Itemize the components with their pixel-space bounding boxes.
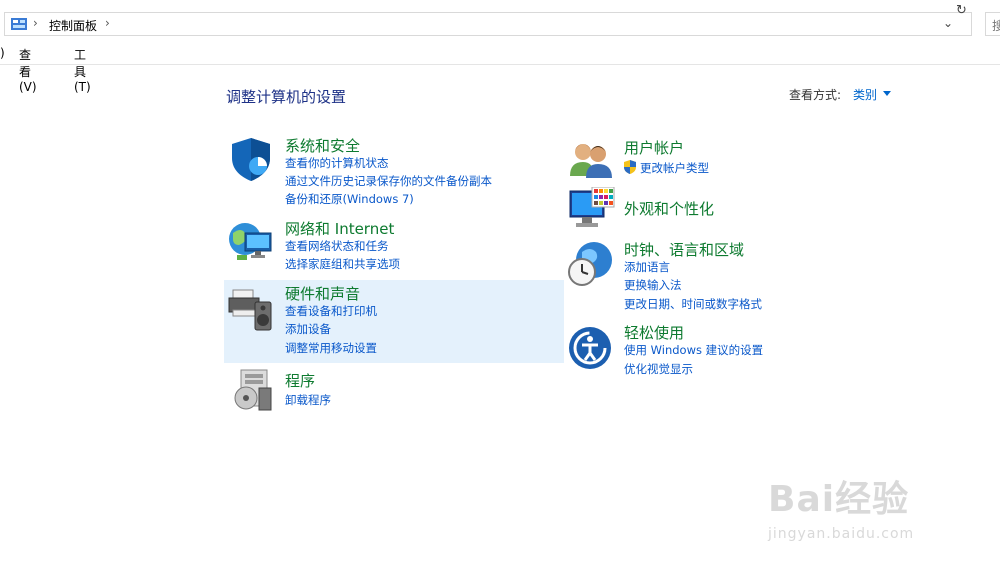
appearance-monitor-icon xyxy=(569,187,615,227)
link-homegroup-sharing[interactable]: 选择家庭组和共享选项 xyxy=(285,256,400,272)
color-palette-icon xyxy=(591,187,615,208)
caret-down-icon[interactable] xyxy=(883,91,891,96)
search-input[interactable]: 搜 xyxy=(985,12,1000,36)
category-heading-system-security[interactable]: 系统和安全 xyxy=(285,135,360,156)
link-uninstall-program[interactable]: 卸载程序 xyxy=(285,392,331,408)
refresh-icon[interactable]: ↻ xyxy=(956,3,967,18)
baidu-watermark: Bai经验 jingyan.baidu.com xyxy=(768,470,913,542)
link-mobility-settings[interactable]: 调整常用移动设置 xyxy=(285,340,377,356)
category-heading-programs[interactable]: 程序 xyxy=(285,370,315,391)
link-add-language[interactable]: 添加语言 xyxy=(624,259,670,275)
category-heading-network-internet[interactable]: 网络和 Internet xyxy=(285,218,394,239)
category-heading-hardware-sound[interactable]: 硬件和声音 xyxy=(285,283,360,304)
address-bar[interactable]: › 控制面板 › ⌄ xyxy=(4,12,972,36)
breadcrumb-separator[interactable]: › xyxy=(105,16,110,30)
clock-globe-icon xyxy=(568,242,612,286)
category-heading-clock-region[interactable]: 时钟、语言和区域 xyxy=(624,239,744,260)
uac-shield-icon xyxy=(624,160,636,174)
category-heading-appearance[interactable]: 外观和个性化 xyxy=(624,198,714,219)
link-add-device[interactable]: 添加设备 xyxy=(285,321,331,337)
menu-divider xyxy=(0,64,1000,65)
shield-icon xyxy=(232,138,270,181)
link-optimize-visual-display[interactable]: 优化视觉显示 xyxy=(624,361,693,377)
category-heading-ease-of-access[interactable]: 轻松使用 xyxy=(624,322,684,343)
breadcrumb-control-panel[interactable]: 控制面板 xyxy=(49,17,97,34)
programs-icon xyxy=(234,369,272,411)
link-change-input-method[interactable]: 更换输入法 xyxy=(624,277,682,293)
menu-item-tools[interactable]: 工具(T) xyxy=(74,46,91,94)
hover-highlight xyxy=(224,280,564,363)
link-view-computer-status[interactable]: 查看你的计算机状态 xyxy=(285,155,389,171)
menu-item-view[interactable]: 查看(V) xyxy=(19,46,37,94)
link-file-history-backup[interactable]: 通过文件历史记录保存你的文件备份副本 xyxy=(285,173,492,189)
printer-speaker-icon xyxy=(228,289,272,331)
breadcrumb-separator: › xyxy=(33,16,38,30)
view-by-dropdown[interactable]: 类别 xyxy=(853,86,877,103)
link-devices-printers[interactable]: 查看设备和打印机 xyxy=(285,303,377,319)
page-title: 调整计算机的设置 xyxy=(226,88,347,106)
link-windows-recommended-settings[interactable]: 使用 Windows 建议的设置 xyxy=(624,342,763,358)
link-backup-restore[interactable]: 备份和还原(Windows 7) xyxy=(285,191,414,207)
link-change-account-type[interactable]: 更改帐户类型 xyxy=(640,160,709,176)
link-network-status[interactable]: 查看网络状态和任务 xyxy=(285,238,389,254)
user-accounts-icon xyxy=(570,144,612,178)
menu-item-partial[interactable]: ) xyxy=(0,46,5,60)
watermark-url: jingyan.baidu.com xyxy=(768,526,915,542)
network-globe-icon xyxy=(229,223,272,260)
view-by-label: 查看方式: xyxy=(789,88,842,102)
category-heading-user-accounts[interactable]: 用户帐户 xyxy=(624,137,684,158)
watermark-logo: Bai经验 xyxy=(768,479,910,520)
control-panel-icon xyxy=(11,18,27,30)
chevron-down-icon[interactable]: ⌄ xyxy=(943,16,953,30)
link-change-date-time-format[interactable]: 更改日期、时间或数字格式 xyxy=(624,296,762,312)
ease-of-access-icon xyxy=(569,327,611,369)
